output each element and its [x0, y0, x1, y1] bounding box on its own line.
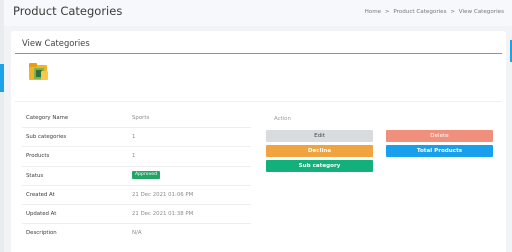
detail-label: Status [26, 172, 44, 179]
detail-value: 21 Dec 2021 01:38 PM [132, 210, 194, 217]
decline-button[interactable]: Decline [266, 145, 373, 157]
view-categories-card: View Categories Category Name Sports Sub… [11, 31, 506, 252]
sidebar-active-indicator [0, 64, 4, 92]
detail-value: 1 [132, 134, 136, 141]
detail-label: Created At [26, 191, 55, 198]
breadcrumb-separator: > [450, 9, 455, 15]
page-title: Product Categories [13, 4, 123, 18]
breadcrumb-home[interactable]: Home [365, 9, 382, 15]
delete-button[interactable]: Delete [386, 130, 493, 142]
detail-label: Sub categories [26, 134, 67, 141]
detail-row-products: Products 1 [22, 147, 251, 167]
breadcrumb-separator: > [384, 9, 390, 15]
category-details-table: Category Name Sports Sub categories 1 Pr… [22, 109, 251, 243]
section-divider [15, 101, 502, 102]
detail-label: Updated At [26, 210, 57, 217]
edit-button[interactable]: Edit [266, 130, 373, 142]
category-image-icon [29, 63, 48, 80]
detail-row-updated-at: Updated At 21 Dec 2021 01:38 PM [22, 205, 251, 225]
action-heading: Action [274, 116, 291, 122]
card-title: View Categories [22, 38, 90, 48]
sub-category-button[interactable]: Sub category [266, 160, 373, 172]
detail-row-created-at: Created At 21 Dec 2021 01:06 PM [22, 186, 251, 205]
detail-label: Category Name [26, 115, 69, 121]
detail-label: Products [26, 153, 50, 160]
card-title-divider [15, 53, 502, 54]
status-badge: Approved [132, 170, 161, 179]
breadcrumb-product-categories[interactable]: Product Categories [393, 9, 446, 15]
detail-row-status: Status Approved [22, 167, 251, 186]
left-sidebar-strip [0, 0, 4, 252]
detail-value: 1 [132, 153, 136, 160]
detail-value: Sports [132, 115, 150, 121]
detail-row-sub-categories: Sub categories 1 [22, 128, 251, 148]
breadcrumb-view-categories: View Categories [458, 9, 504, 15]
detail-value: N/A [132, 230, 142, 237]
breadcrumb: Home > Product Categories > View Categor… [365, 9, 504, 15]
detail-row-description: Description N/A [22, 224, 251, 243]
page-header: Product Categories Home > Product Catego… [4, 0, 512, 26]
detail-row-category-name: Category Name Sports [22, 109, 251, 129]
detail-label: Description [26, 230, 57, 237]
detail-value: 21 Dec 2021 01:06 PM [132, 191, 194, 198]
total-products-button[interactable]: Total Products [386, 145, 493, 157]
